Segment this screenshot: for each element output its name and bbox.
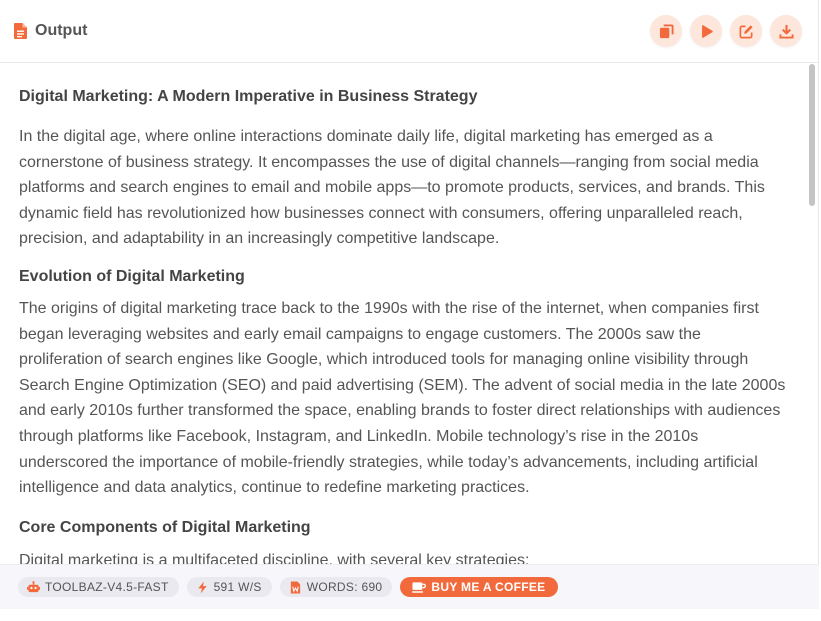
copy-button[interactable] [650, 15, 682, 47]
edit-button[interactable] [730, 15, 762, 47]
model-badge: TOOLBAZ-V4.5-FAST [18, 577, 179, 597]
word-count: WORDS: 690 [306, 580, 383, 594]
header-title-group: Output [14, 22, 87, 40]
evolution-paragraph: The origins of digital marketing trace b… [19, 299, 786, 497]
content-scrollbar[interactable] [809, 64, 815, 564]
document-icon [14, 23, 27, 39]
download-button[interactable] [770, 15, 802, 47]
download-icon [778, 24, 794, 39]
robot-icon [27, 580, 40, 592]
word-file-icon [290, 580, 300, 594]
buy-me-a-coffee-button[interactable]: BUY ME A COFFEE [400, 577, 559, 597]
core-components-paragraph: Digital marketing is a multifaceted disc… [19, 551, 530, 564]
section-heading-evolution: Evolution of Digital Marketing [19, 267, 245, 285]
bottom-strip [0, 609, 819, 621]
scrollbar-thumb[interactable] [809, 64, 815, 206]
article-title: Digital Marketing: A Modern Imperative i… [19, 88, 478, 105]
copy-icon [659, 23, 674, 38]
word-count-badge: WORDS: 690 [279, 577, 393, 597]
output-header: Output [0, 0, 819, 63]
header-title: Output [35, 22, 88, 39]
output-footer: TOOLBAZ-V4.5-FAST 591 W/S WORDS: 690 BUY… [0, 564, 819, 609]
speed-badge: 591 W/S [186, 577, 272, 597]
intro-paragraph: In the digital age, where online interac… [19, 128, 765, 248]
section-heading-core-components: Core Components of Digital Marketing [19, 518, 311, 536]
header-actions [650, 15, 802, 47]
edit-icon [739, 24, 753, 38]
coffee-label: BUY ME A COFFEE [431, 580, 546, 594]
output-panel: Output Digital Marketing: A Modern Imper… [0, 0, 819, 621]
coffee-cup-icon [412, 581, 427, 593]
speed-value: 591 W/S [213, 580, 262, 594]
play-icon [701, 24, 713, 38]
play-button[interactable] [690, 15, 722, 47]
lightning-icon [197, 580, 207, 594]
model-name: TOOLBAZ-V4.5-FAST [45, 580, 169, 594]
output-content: Digital Marketing: A Modern Imperative i… [0, 64, 810, 564]
